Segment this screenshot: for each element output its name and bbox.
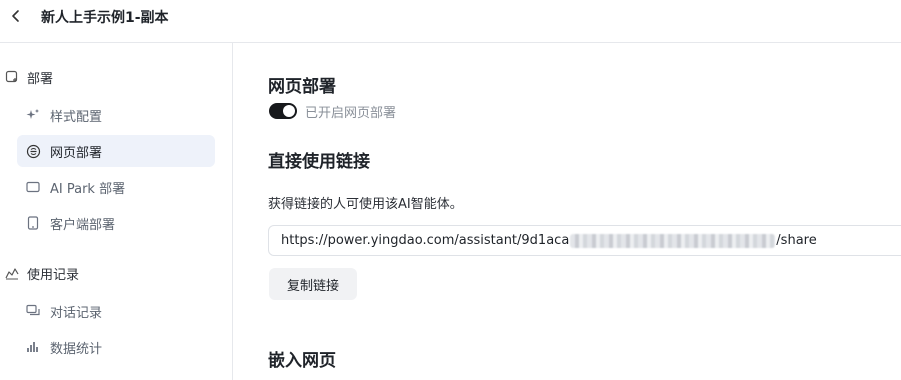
link-icon: [25, 143, 41, 159]
sidebar-item-ai-park[interactable]: AI Park 部署: [17, 171, 215, 203]
sidebar-item-web-deploy[interactable]: 网页部署: [17, 135, 215, 167]
share-url-field[interactable]: https://power.yingdao.com/assistant/9d1a…: [268, 225, 901, 256]
activity-icon: [3, 264, 21, 282]
bar-chart-icon: [25, 339, 41, 355]
toggle-knob: [283, 105, 295, 117]
tablet-icon: [25, 215, 41, 231]
copy-link-button[interactable]: 复制链接: [269, 268, 357, 300]
web-deploy-toggle-label: 已开启网页部署: [305, 106, 397, 121]
sidebar: 部署 样式配置 网页部署 AI Park 部署 客户端部署 使用记录 对话记录 …: [0, 43, 233, 380]
share-url-text: https://power.yingdao.com/assistant/9d1a…: [281, 233, 817, 248]
sidebar-item-data-stats[interactable]: 数据统计: [17, 331, 215, 363]
window-icon: [25, 179, 41, 195]
sidebar-item-label: 网页部署: [50, 145, 103, 161]
web-deploy-title: 网页部署: [268, 77, 336, 97]
sidebar-item-style-config[interactable]: 样式配置: [17, 99, 215, 131]
sidebar-item-chat-history[interactable]: 对话记录: [17, 295, 215, 327]
sidebar-item-label: 样式配置: [50, 109, 103, 125]
sidebar-item-label: 数据统计: [50, 341, 103, 357]
chevron-left-icon: [10, 8, 22, 27]
sidebar-group-label: 使用记录: [27, 267, 80, 283]
embed-title: 嵌入网页: [268, 351, 336, 371]
sidebar-group-label: 部署: [27, 71, 54, 87]
share-url-prefix: https://power.yingdao.com/assistant/9d1a…: [281, 233, 570, 248]
direct-link-description: 获得链接的人可使用该AI智能体。: [268, 197, 463, 212]
page-title: 新人上手示例1-副本: [41, 10, 169, 26]
chat-icon: [25, 303, 41, 319]
sidebar-item-label: AI Park 部署: [50, 181, 126, 197]
sparkle-icon: [25, 107, 41, 123]
share-url-suffix: /share: [776, 233, 817, 248]
back-button[interactable]: [4, 6, 28, 28]
web-deploy-toggle[interactable]: [269, 103, 297, 119]
direct-link-title: 直接使用链接: [268, 152, 370, 172]
sidebar-group-usage: 使用记录: [0, 261, 79, 285]
sidebar-group-deploy: 部署: [0, 65, 53, 89]
redacted-url-segment: [570, 233, 776, 248]
sidebar-item-client-deploy[interactable]: 客户端部署: [17, 207, 215, 239]
sidebar-item-label: 对话记录: [50, 305, 103, 321]
sidebar-item-label: 客户端部署: [50, 217, 116, 233]
deploy-icon: [3, 68, 21, 86]
top-bar: 新人上手示例1-副本: [0, 0, 901, 43]
